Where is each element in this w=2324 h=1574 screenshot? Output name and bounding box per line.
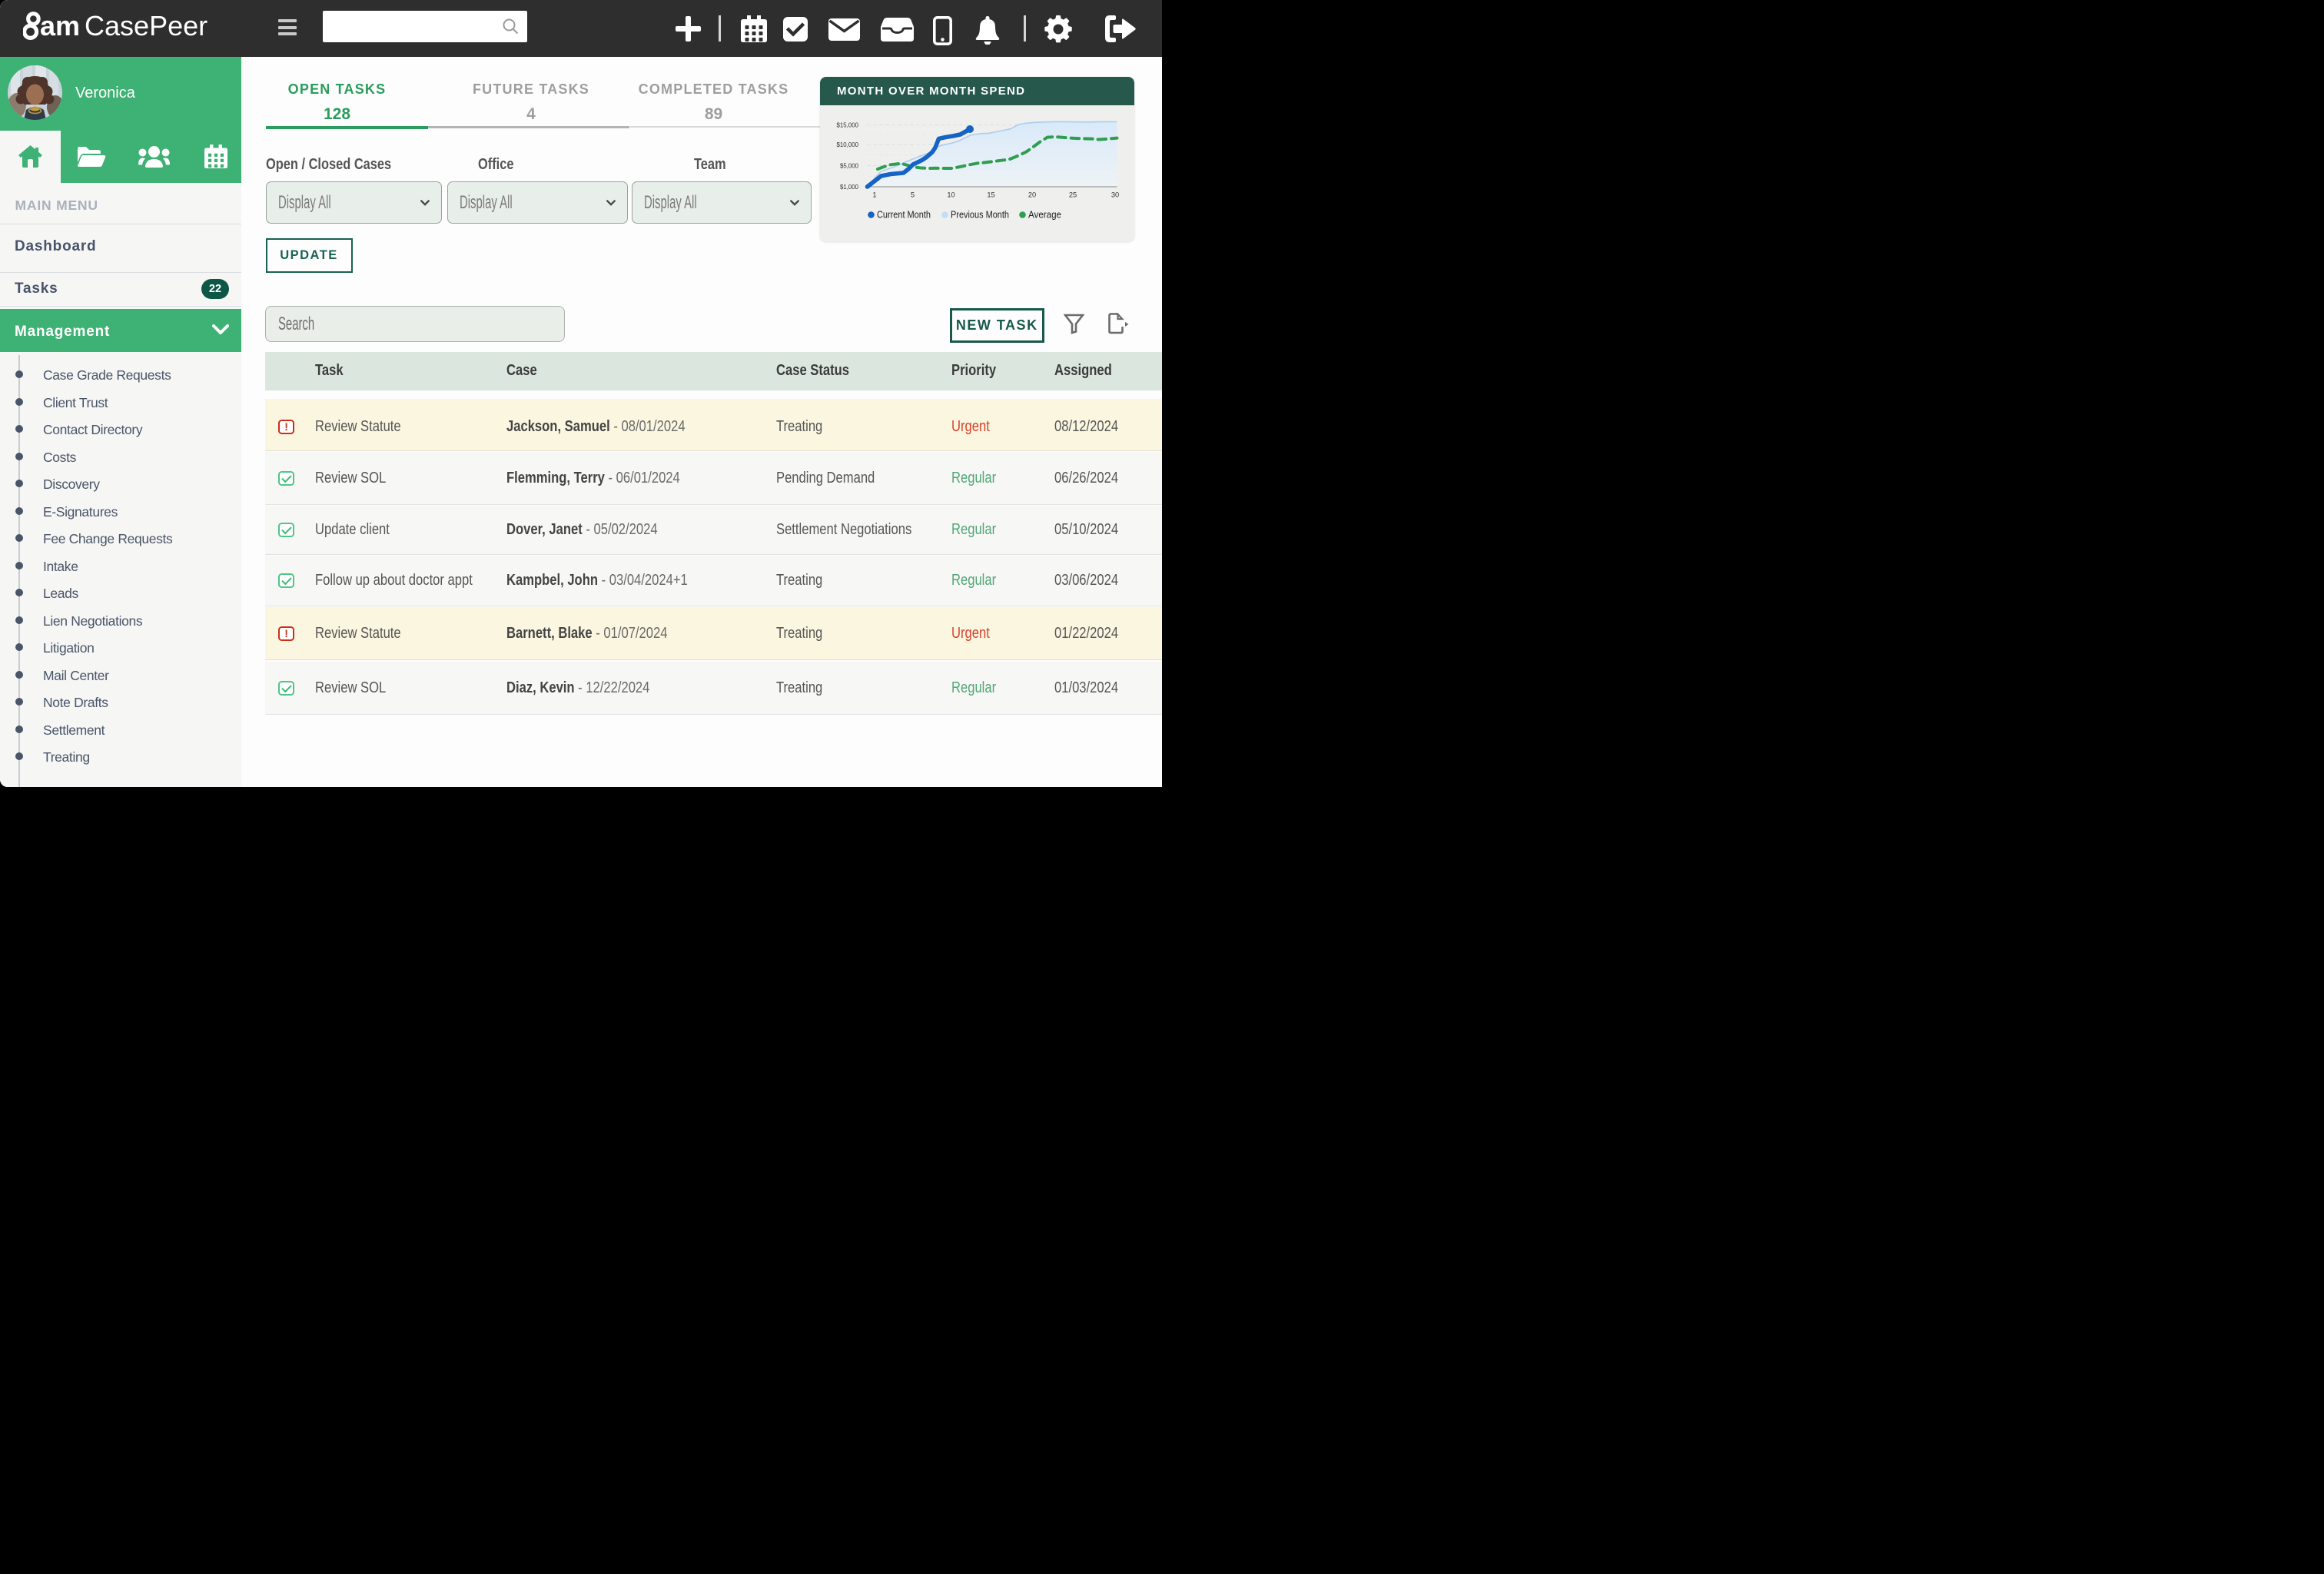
- svg-text:10: 10: [947, 191, 954, 199]
- svg-text:15: 15: [987, 191, 994, 199]
- svg-text:Current Month: Current Month: [877, 209, 931, 221]
- svg-text:$15,000: $15,000: [837, 121, 859, 129]
- svg-text:$5,000: $5,000: [840, 162, 858, 170]
- svg-text:$10,000: $10,000: [837, 141, 859, 148]
- svg-text:Previous Month: Previous Month: [951, 209, 1009, 221]
- svg-text:Average: Average: [1028, 209, 1061, 221]
- svg-text:25: 25: [1069, 191, 1077, 199]
- svg-text:1: 1: [872, 191, 876, 199]
- svg-text:20: 20: [1028, 191, 1036, 199]
- svg-text:$1,000: $1,000: [840, 183, 858, 191]
- svg-text:5: 5: [911, 191, 915, 199]
- svg-text:30: 30: [1111, 191, 1119, 199]
